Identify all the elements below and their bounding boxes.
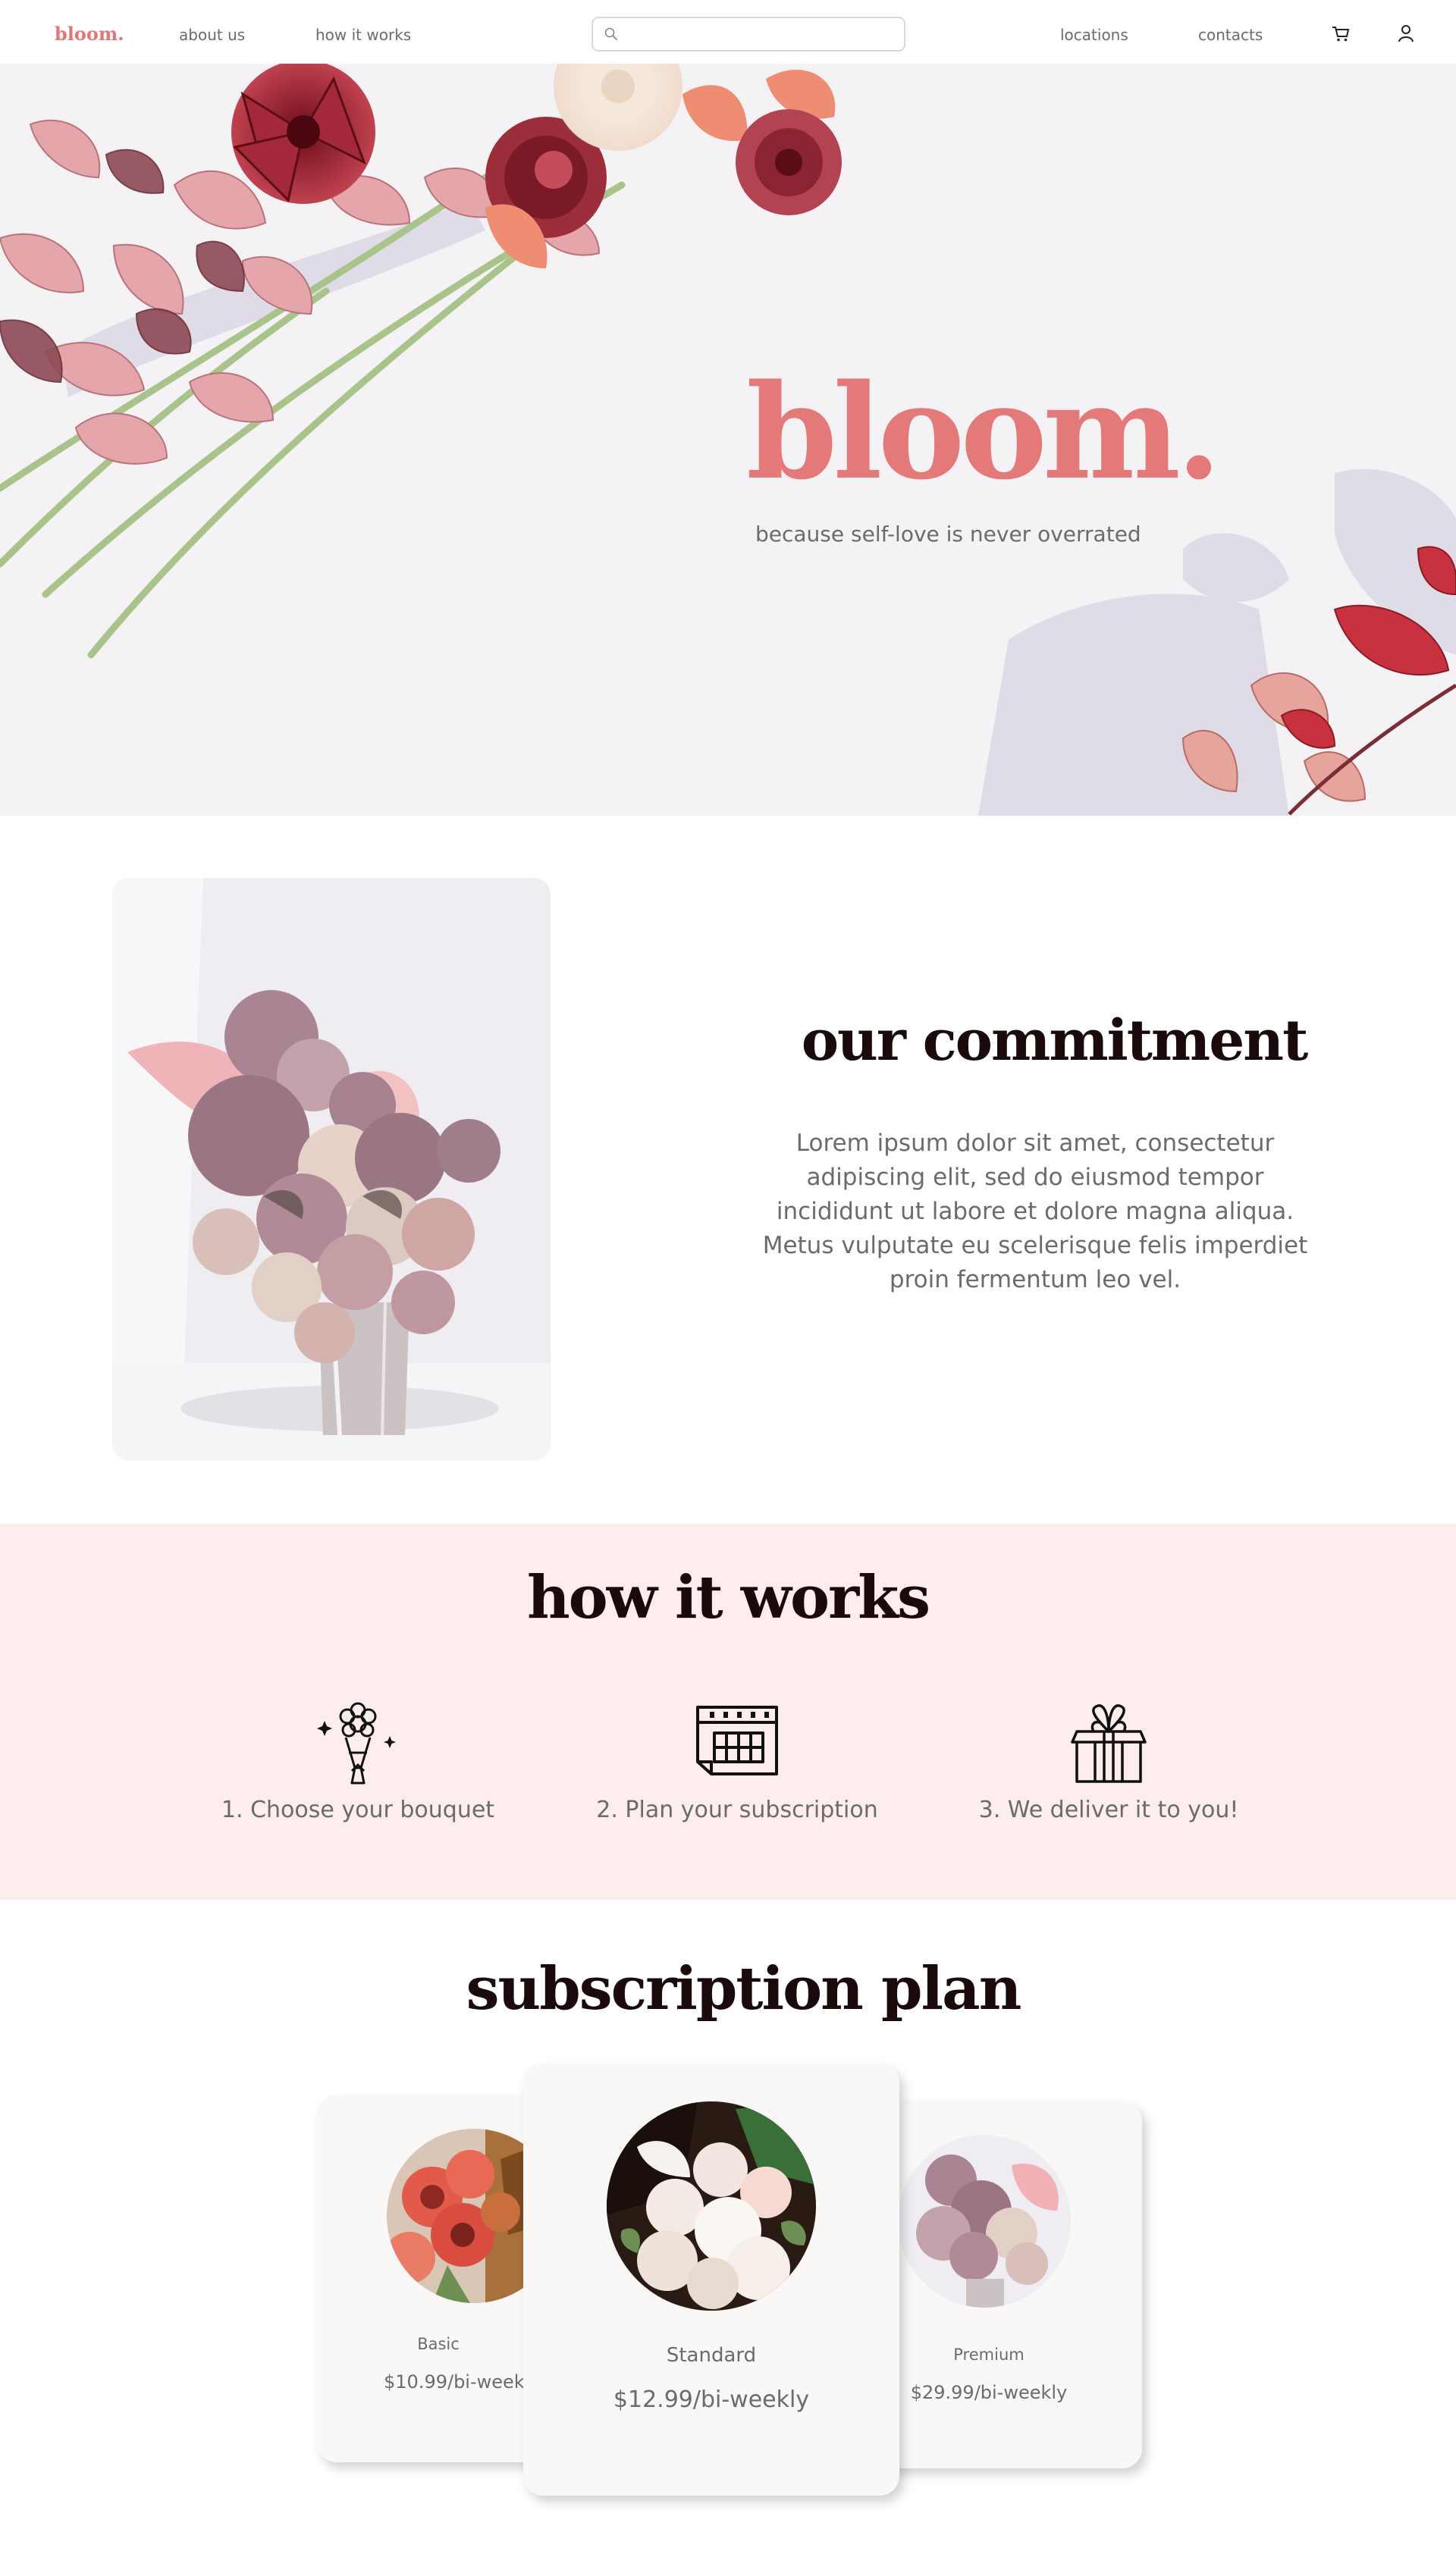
- hero-flowers-image: [0, 64, 1456, 816]
- commitment-image: [112, 878, 551, 1460]
- bouquet-icon: [317, 1702, 396, 1785]
- top-navigation: bloom. about us how it works locations c…: [0, 0, 1456, 64]
- step-plan-subscription: 2. Plan your subscription: [540, 1698, 934, 1823]
- plan-price-basic: $10.99/bi-weekly: [384, 2371, 541, 2393]
- search-box[interactable]: [592, 17, 905, 52]
- how-it-works-section: how it works 1. Choose your bouquet 2. P…: [0, 1524, 1456, 1900]
- search-icon: [604, 27, 617, 40]
- plan-image-standard: [607, 2101, 816, 2311]
- calendar-icon: [696, 1706, 778, 1775]
- how-it-works-title: how it works: [526, 1563, 930, 1632]
- step-we-deliver: 3. We deliver it to you!: [912, 1698, 1306, 1823]
- gift-icon: [1071, 1704, 1147, 1783]
- hero-tagline: because self-love is never overrated: [755, 522, 1141, 547]
- commitment-body: Lorem ipsum dolor sit amet, consectetur …: [762, 1130, 1308, 1293]
- hero-title: bloom.: [746, 355, 1222, 509]
- commitment-title: our commitment: [801, 1008, 1309, 1073]
- user-icon[interactable]: [1395, 23, 1417, 44]
- search-input[interactable]: [626, 24, 896, 44]
- cart-icon[interactable]: [1330, 23, 1351, 44]
- nav-link-how-it-works[interactable]: how it works: [315, 26, 411, 44]
- hero-banner: bloom. because self-love is never overra…: [0, 64, 1456, 816]
- nav-link-about-us[interactable]: about us: [179, 26, 245, 44]
- plan-card-premium[interactable]: Premium $29.99/bi-weekly: [878, 2101, 1142, 2468]
- nav-link-contacts[interactable]: contacts: [1198, 26, 1263, 44]
- subscription-title: subscription plan: [466, 1954, 1022, 2023]
- plan-name-standard: Standard: [666, 2344, 757, 2367]
- step-label: 3. We deliver it to you!: [978, 1797, 1239, 1823]
- step-choose-bouquet: 1. Choose your bouquet: [161, 1698, 555, 1823]
- plan-image-premium: [898, 2135, 1071, 2308]
- step-label: 2. Plan your subscription: [596, 1797, 878, 1823]
- nav-logo[interactable]: bloom.: [55, 23, 124, 45]
- plan-name-premium: Premium: [953, 2346, 1025, 2364]
- plan-price-premium: $29.99/bi-weekly: [910, 2382, 1068, 2403]
- step-label: 1. Choose your bouquet: [221, 1797, 495, 1823]
- plan-card-standard[interactable]: Standard $12.99/bi-weekly: [523, 2064, 899, 2496]
- plan-price-standard: $12.99/bi-weekly: [613, 2386, 810, 2413]
- nav-link-locations[interactable]: locations: [1060, 26, 1128, 44]
